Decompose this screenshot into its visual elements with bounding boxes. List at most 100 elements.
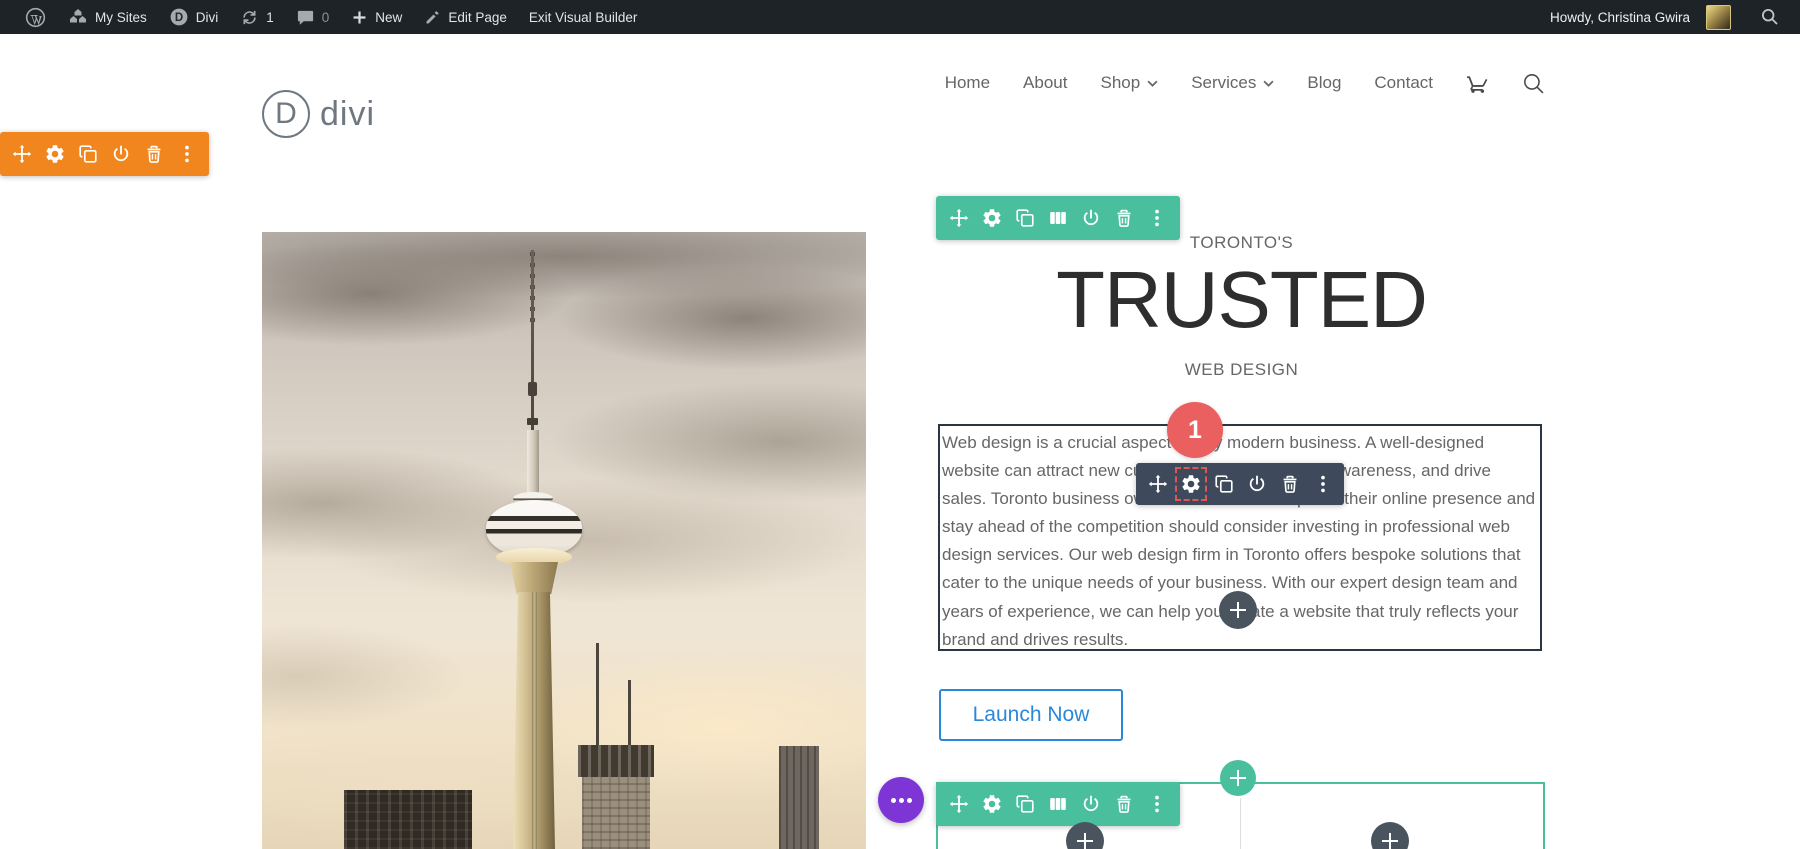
comments-icon — [297, 10, 313, 25]
divi-icon: D — [170, 8, 188, 26]
duplicate-icon[interactable] — [1213, 473, 1235, 495]
hero-image — [262, 232, 866, 849]
save-icon[interactable] — [1080, 207, 1102, 229]
site-logo[interactable]: D divi — [262, 90, 375, 138]
wp-admin-bar: My Sites D Divi 1 0 New Edit Page Exit V… — [0, 0, 1800, 34]
columns-icon[interactable] — [1047, 793, 1069, 815]
nav-label: Blog — [1307, 73, 1342, 92]
nav-label: About — [1023, 73, 1068, 92]
more-icon[interactable] — [1146, 207, 1168, 229]
delete-icon[interactable] — [1279, 473, 1301, 495]
nav-label: Contact — [1374, 73, 1433, 92]
settings-icon[interactable] — [981, 207, 1003, 229]
annotation-badge-1: 1 — [1167, 402, 1223, 458]
building-antenna-1 — [596, 643, 599, 746]
settings-icon[interactable] — [981, 793, 1003, 815]
wp-admin-bar-left: My Sites D Divi 1 0 New Edit Page Exit V… — [14, 0, 648, 34]
save-icon[interactable] — [1080, 793, 1102, 815]
wordpress-logo-icon — [25, 7, 46, 27]
ellipsis-icon — [898, 797, 904, 803]
nav-label: Home — [944, 73, 991, 92]
divi-visual-builder-screen: My Sites D Divi 1 0 New Edit Page Exit V… — [0, 0, 1800, 849]
building-body — [582, 777, 650, 849]
avatar — [1706, 4, 1731, 30]
add-module-button[interactable] — [1219, 591, 1257, 629]
duplicate-icon[interactable] — [1014, 207, 1036, 229]
settings-icon[interactable] — [1174, 467, 1207, 501]
nav-item-blog[interactable]: Blog — [1307, 73, 1341, 93]
updates-button[interactable]: 1 — [229, 0, 285, 34]
logo-text: divi — [320, 94, 376, 133]
delete-icon[interactable] — [143, 143, 165, 165]
site-header: D divi Home About Shop Services Blog Contact — [0, 34, 1800, 138]
delete-icon[interactable] — [1113, 793, 1135, 815]
svg-text:D: D — [175, 12, 183, 24]
hero-subtitle: WEB DESIGN — [1184, 360, 1299, 379]
row-toolbar-top — [936, 196, 1180, 240]
nav-item-contact[interactable]: Contact — [1374, 73, 1433, 93]
columns-icon[interactable] — [1047, 207, 1069, 229]
building-antenna-2 — [628, 680, 631, 746]
my-sites-icon — [70, 9, 86, 23]
building-right-silhouette — [779, 746, 819, 849]
hero-title: TRUSTED — [1056, 255, 1428, 344]
header-search-icon[interactable] — [1522, 72, 1545, 95]
launch-now-button[interactable]: Launch Now — [939, 689, 1123, 741]
pencil-icon — [426, 10, 439, 23]
search-icon — [1761, 8, 1778, 25]
chevron-down-icon — [1147, 73, 1158, 93]
logo-circle: D — [262, 90, 310, 138]
save-icon[interactable] — [110, 143, 132, 165]
update-icon — [243, 10, 256, 24]
tower-antenna — [531, 250, 534, 432]
add-row-button[interactable] — [1220, 760, 1256, 796]
comments-button[interactable]: 0 — [285, 0, 341, 34]
move-icon[interactable] — [948, 793, 970, 815]
nav-label: Services — [1191, 73, 1257, 92]
chevron-down-icon — [1263, 73, 1274, 93]
logo-letter: D — [275, 97, 297, 130]
admin-search-button[interactable] — [1750, 0, 1786, 34]
more-icon[interactable] — [1312, 473, 1334, 495]
site-nav: Home About Shop Services Blog Contact — [945, 34, 1545, 132]
page-settings-button[interactable] — [878, 777, 924, 823]
module-toolbar — [1136, 463, 1344, 505]
more-icon[interactable] — [1146, 793, 1168, 815]
wp-admin-bar-right: Howdy, Christina Gwira — [1539, 0, 1786, 34]
duplicate-icon[interactable] — [1014, 793, 1036, 815]
nav-item-about[interactable]: About — [1023, 73, 1067, 93]
duplicate-icon[interactable] — [77, 143, 99, 165]
settings-icon[interactable] — [44, 143, 66, 165]
tower-antenna-band — [527, 418, 538, 425]
edit-page-label: Edit Page — [448, 9, 507, 25]
update-count: 1 — [266, 9, 274, 25]
more-icon[interactable] — [176, 143, 198, 165]
nav-item-shop[interactable]: Shop — [1100, 73, 1158, 93]
building-crown — [578, 745, 654, 777]
delete-icon[interactable] — [1113, 207, 1135, 229]
exit-visual-builder-button[interactable]: Exit Visual Builder — [518, 0, 649, 34]
save-icon[interactable] — [1246, 473, 1268, 495]
divi-label: Divi — [195, 9, 219, 25]
section-toolbar — [0, 132, 209, 176]
tower-neck — [510, 562, 558, 594]
howdy-label: Howdy, Christina Gwira — [1549, 9, 1690, 25]
move-icon[interactable] — [1147, 473, 1169, 495]
new-content-button[interactable]: New — [340, 0, 413, 34]
edit-page-button[interactable]: Edit Page — [413, 0, 518, 34]
new-label: New — [375, 9, 403, 25]
divi-menu[interactable]: D Divi — [158, 0, 230, 34]
my-sites-menu[interactable]: My Sites — [57, 0, 158, 34]
plus-icon — [353, 11, 366, 23]
nav-item-services[interactable]: Services — [1191, 73, 1274, 93]
my-sites-label: My Sites — [95, 9, 147, 25]
move-icon[interactable] — [948, 207, 970, 229]
row-toolbar-bottom — [936, 782, 1180, 826]
account-menu[interactable]: Howdy, Christina Gwira — [1539, 0, 1750, 34]
move-icon[interactable] — [11, 143, 33, 165]
nav-item-home[interactable]: Home — [945, 73, 990, 93]
cart-icon[interactable] — [1466, 72, 1489, 95]
tower-antenna-knob — [528, 382, 537, 396]
wordpress-menu-button[interactable] — [14, 0, 57, 34]
comment-count: 0 — [321, 9, 330, 25]
